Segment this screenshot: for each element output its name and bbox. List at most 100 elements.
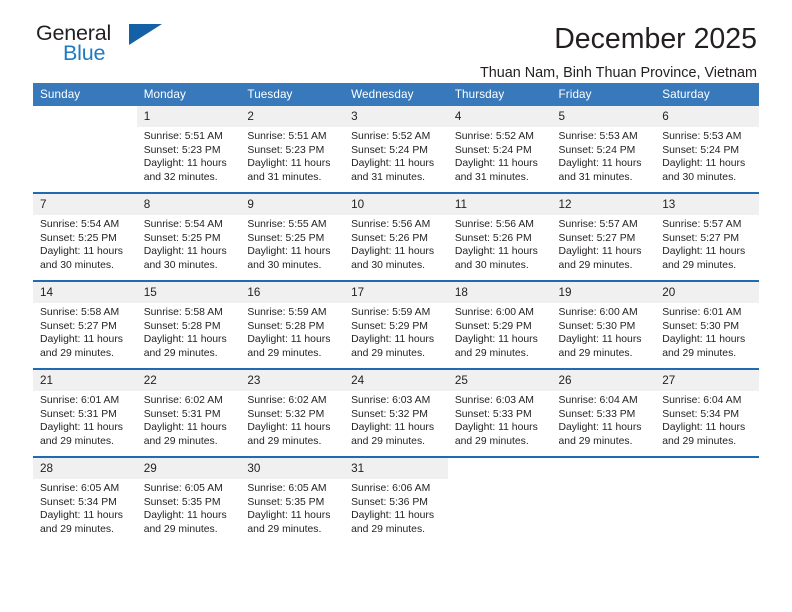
day-number[interactable]: 9 — [240, 194, 345, 215]
day-number[interactable]: 11 — [447, 194, 552, 215]
day-number[interactable]: 28 — [33, 458, 137, 479]
sunrise-text: Sunrise: 5:57 AM — [662, 219, 742, 230]
weekday-header-monday: Monday — [136, 83, 241, 106]
calendar-body: 1 2 3 4 5 6 Sunrise: 5:51 AM Sunset: 5:23 PM Day… — [33, 106, 759, 544]
day-cell[interactable]: Sunrise: 6:03 AM Sunset: 5:33 PM Daylight:… — [447, 391, 552, 456]
day-number-row: 21 22 23 24 25 26 27 — [33, 370, 759, 391]
sunrise-text: Sunrise: 6:00 AM — [454, 307, 534, 318]
day-number[interactable]: 19 — [551, 282, 656, 303]
day-number[interactable]: 20 — [655, 282, 759, 303]
day-number[interactable]: 18 — [447, 282, 552, 303]
day-number[interactable]: 4 — [447, 106, 552, 127]
day-cell[interactable]: Sunrise: 6:04 AM Sunset: 5:33 PM Daylight:… — [551, 391, 656, 456]
daylight-text-line1: Daylight: 11 hours — [454, 334, 538, 346]
day-number[interactable]: 12 — [551, 194, 656, 215]
daylight-text-line2: and 31 minutes. — [454, 171, 529, 183]
day-number[interactable]: 17 — [344, 282, 448, 303]
day-cell[interactable]: Sunrise: 5:55 AM Sunset: 5:25 PM Daylight:… — [240, 215, 345, 280]
day-cell[interactable]: Sunrise: 5:51 AM Sunset: 5:23 PM Daylight:… — [240, 127, 345, 192]
day-number[interactable]: 29 — [136, 458, 241, 479]
day-number[interactable]: 3 — [344, 106, 448, 127]
sunset-text: Sunset: 5:30 PM — [662, 320, 740, 332]
day-number[interactable]: 21 — [33, 370, 137, 391]
day-cell[interactable]: Sunrise: 5:57 AM Sunset: 5:27 PM Daylight:… — [551, 215, 656, 280]
day-number[interactable]: 26 — [551, 370, 656, 391]
general-blue-logo[interactable]: General Blue — [36, 21, 236, 73]
day-cell[interactable]: Sunrise: 6:01 AM Sunset: 5:30 PM Daylight:… — [655, 303, 759, 368]
day-cell[interactable]: Sunrise: 6:02 AM Sunset: 5:32 PM Daylight:… — [240, 391, 345, 456]
sunset-text: Sunset: 5:34 PM — [40, 496, 117, 508]
day-number[interactable]: 10 — [344, 194, 448, 215]
day-cell[interactable]: Sunrise: 5:53 AM Sunset: 5:24 PM Daylight:… — [655, 127, 759, 192]
day-number[interactable]: 25 — [447, 370, 552, 391]
day-number[interactable]: 5 — [551, 106, 656, 127]
calendar-header-row: Sunday Monday Tuesday Wednesday Thursday… — [33, 83, 759, 106]
day-cell[interactable]: Sunrise: 6:05 AM Sunset: 5:34 PM Daylight:… — [33, 479, 137, 544]
day-cell[interactable]: Sunrise: 6:04 AM Sunset: 5:34 PM Daylight:… — [655, 391, 759, 456]
daylight-text-line2: and 29 minutes. — [454, 435, 529, 447]
sunrise-text: Sunrise: 6:02 AM — [247, 395, 327, 406]
day-cell[interactable]: Sunrise: 6:05 AM Sunset: 5:35 PM Daylight:… — [136, 479, 241, 544]
day-number[interactable]: 23 — [240, 370, 345, 391]
day-cell[interactable]: Sunrise: 5:51 AM Sunset: 5:23 PM Daylight:… — [136, 127, 241, 192]
sunset-text: Sunset: 5:32 PM — [247, 408, 325, 420]
day-cell[interactable]: Sunrise: 5:58 AM Sunset: 5:27 PM Daylight:… — [33, 303, 137, 368]
daylight-text-line2: and 29 minutes. — [247, 435, 322, 447]
day-cell[interactable]: Sunrise: 5:52 AM Sunset: 5:24 PM Daylight:… — [344, 127, 448, 192]
day-cell[interactable]: Sunrise: 5:59 AM Sunset: 5:28 PM Daylight:… — [240, 303, 345, 368]
day-cell[interactable]: Sunrise: 5:53 AM Sunset: 5:24 PM Daylight:… — [551, 127, 656, 192]
day-cell[interactable]: Sunrise: 6:06 AM Sunset: 5:36 PM Daylight:… — [344, 479, 448, 544]
day-number[interactable]: 2 — [240, 106, 345, 127]
day-cell[interactable]: Sunrise: 5:54 AM Sunset: 5:25 PM Daylight:… — [136, 215, 241, 280]
sunset-text: Sunset: 5:24 PM — [454, 144, 532, 156]
daylight-text-line2: and 29 minutes. — [558, 435, 633, 447]
day-number[interactable]: 24 — [344, 370, 448, 391]
day-number[interactable]: 31 — [344, 458, 448, 479]
daylight-text-line1: Daylight: 11 hours — [247, 334, 331, 346]
daylight-text-line1: Daylight: 11 hours — [351, 334, 435, 346]
day-number[interactable]: 27 — [655, 370, 759, 391]
day-cell[interactable]: Sunrise: 5:56 AM Sunset: 5:26 PM Daylight:… — [447, 215, 552, 280]
sunset-text: Sunset: 5:27 PM — [558, 232, 636, 244]
daylight-text-line2: and 29 minutes. — [558, 347, 633, 359]
daylight-text-line1: Daylight: 11 hours — [662, 158, 746, 170]
daylight-text-line2: and 29 minutes. — [143, 523, 218, 535]
day-cell[interactable]: Sunrise: 6:03 AM Sunset: 5:32 PM Daylight:… — [344, 391, 448, 456]
page-header: General Blue December 2025 Thuan Nam, Bi… — [33, 0, 759, 81]
day-number[interactable]: 6 — [655, 106, 759, 127]
day-number[interactable]: 7 — [33, 194, 137, 215]
daylight-text-line2: and 29 minutes. — [143, 347, 218, 359]
day-cell[interactable]: Sunrise: 6:05 AM Sunset: 5:35 PM Daylight:… — [240, 479, 345, 544]
sunset-text: Sunset: 5:32 PM — [351, 408, 428, 420]
sunset-text: Sunset: 5:26 PM — [351, 232, 428, 244]
day-cell[interactable]: Sunrise: 6:00 AM Sunset: 5:30 PM Daylight:… — [551, 303, 656, 368]
day-cell[interactable]: Sunrise: 6:02 AM Sunset: 5:31 PM Daylight:… — [136, 391, 241, 456]
day-number[interactable]: 16 — [240, 282, 345, 303]
day-number[interactable]: 15 — [136, 282, 241, 303]
day-cell[interactable]: Sunrise: 5:59 AM Sunset: 5:29 PM Daylight:… — [344, 303, 448, 368]
day-number[interactable]: 22 — [136, 370, 241, 391]
daylight-text-line2: and 29 minutes. — [351, 435, 426, 447]
sunset-text: Sunset: 5:28 PM — [247, 320, 325, 332]
day-number[interactable]: 30 — [240, 458, 345, 479]
day-cell[interactable]: Sunrise: 5:56 AM Sunset: 5:26 PM Daylight:… — [344, 215, 448, 280]
day-number-row: 14 15 16 17 18 19 20 — [33, 282, 759, 303]
day-number[interactable]: 14 — [33, 282, 137, 303]
sunrise-text: Sunrise: 5:52 AM — [454, 131, 534, 142]
day-cell[interactable]: Sunrise: 5:58 AM Sunset: 5:28 PM Daylight:… — [136, 303, 241, 368]
daylight-text-line2: and 29 minutes. — [40, 347, 114, 359]
day-number[interactable]: 8 — [136, 194, 241, 215]
sunset-text: Sunset: 5:35 PM — [247, 496, 325, 508]
day-number[interactable]: 13 — [655, 194, 759, 215]
day-number[interactable]: 1 — [136, 106, 241, 127]
daylight-text-line1: Daylight: 11 hours — [40, 334, 123, 346]
day-cell[interactable]: Sunrise: 6:01 AM Sunset: 5:31 PM Daylight:… — [33, 391, 137, 456]
day-cell[interactable]: Sunrise: 5:52 AM Sunset: 5:24 PM Daylight:… — [447, 127, 552, 192]
day-cell[interactable]: Sunrise: 5:57 AM Sunset: 5:27 PM Daylight:… — [655, 215, 759, 280]
day-cell[interactable]: Sunrise: 6:00 AM Sunset: 5:29 PM Daylight:… — [447, 303, 552, 368]
sunrise-text: Sunrise: 5:51 AM — [143, 131, 223, 142]
daylight-text-line1: Daylight: 11 hours — [143, 422, 227, 434]
sunrise-text: Sunrise: 6:03 AM — [351, 395, 431, 406]
day-cell[interactable]: Sunrise: 5:54 AM Sunset: 5:25 PM Daylight:… — [33, 215, 137, 280]
sunrise-text: Sunrise: 6:04 AM — [662, 395, 742, 406]
